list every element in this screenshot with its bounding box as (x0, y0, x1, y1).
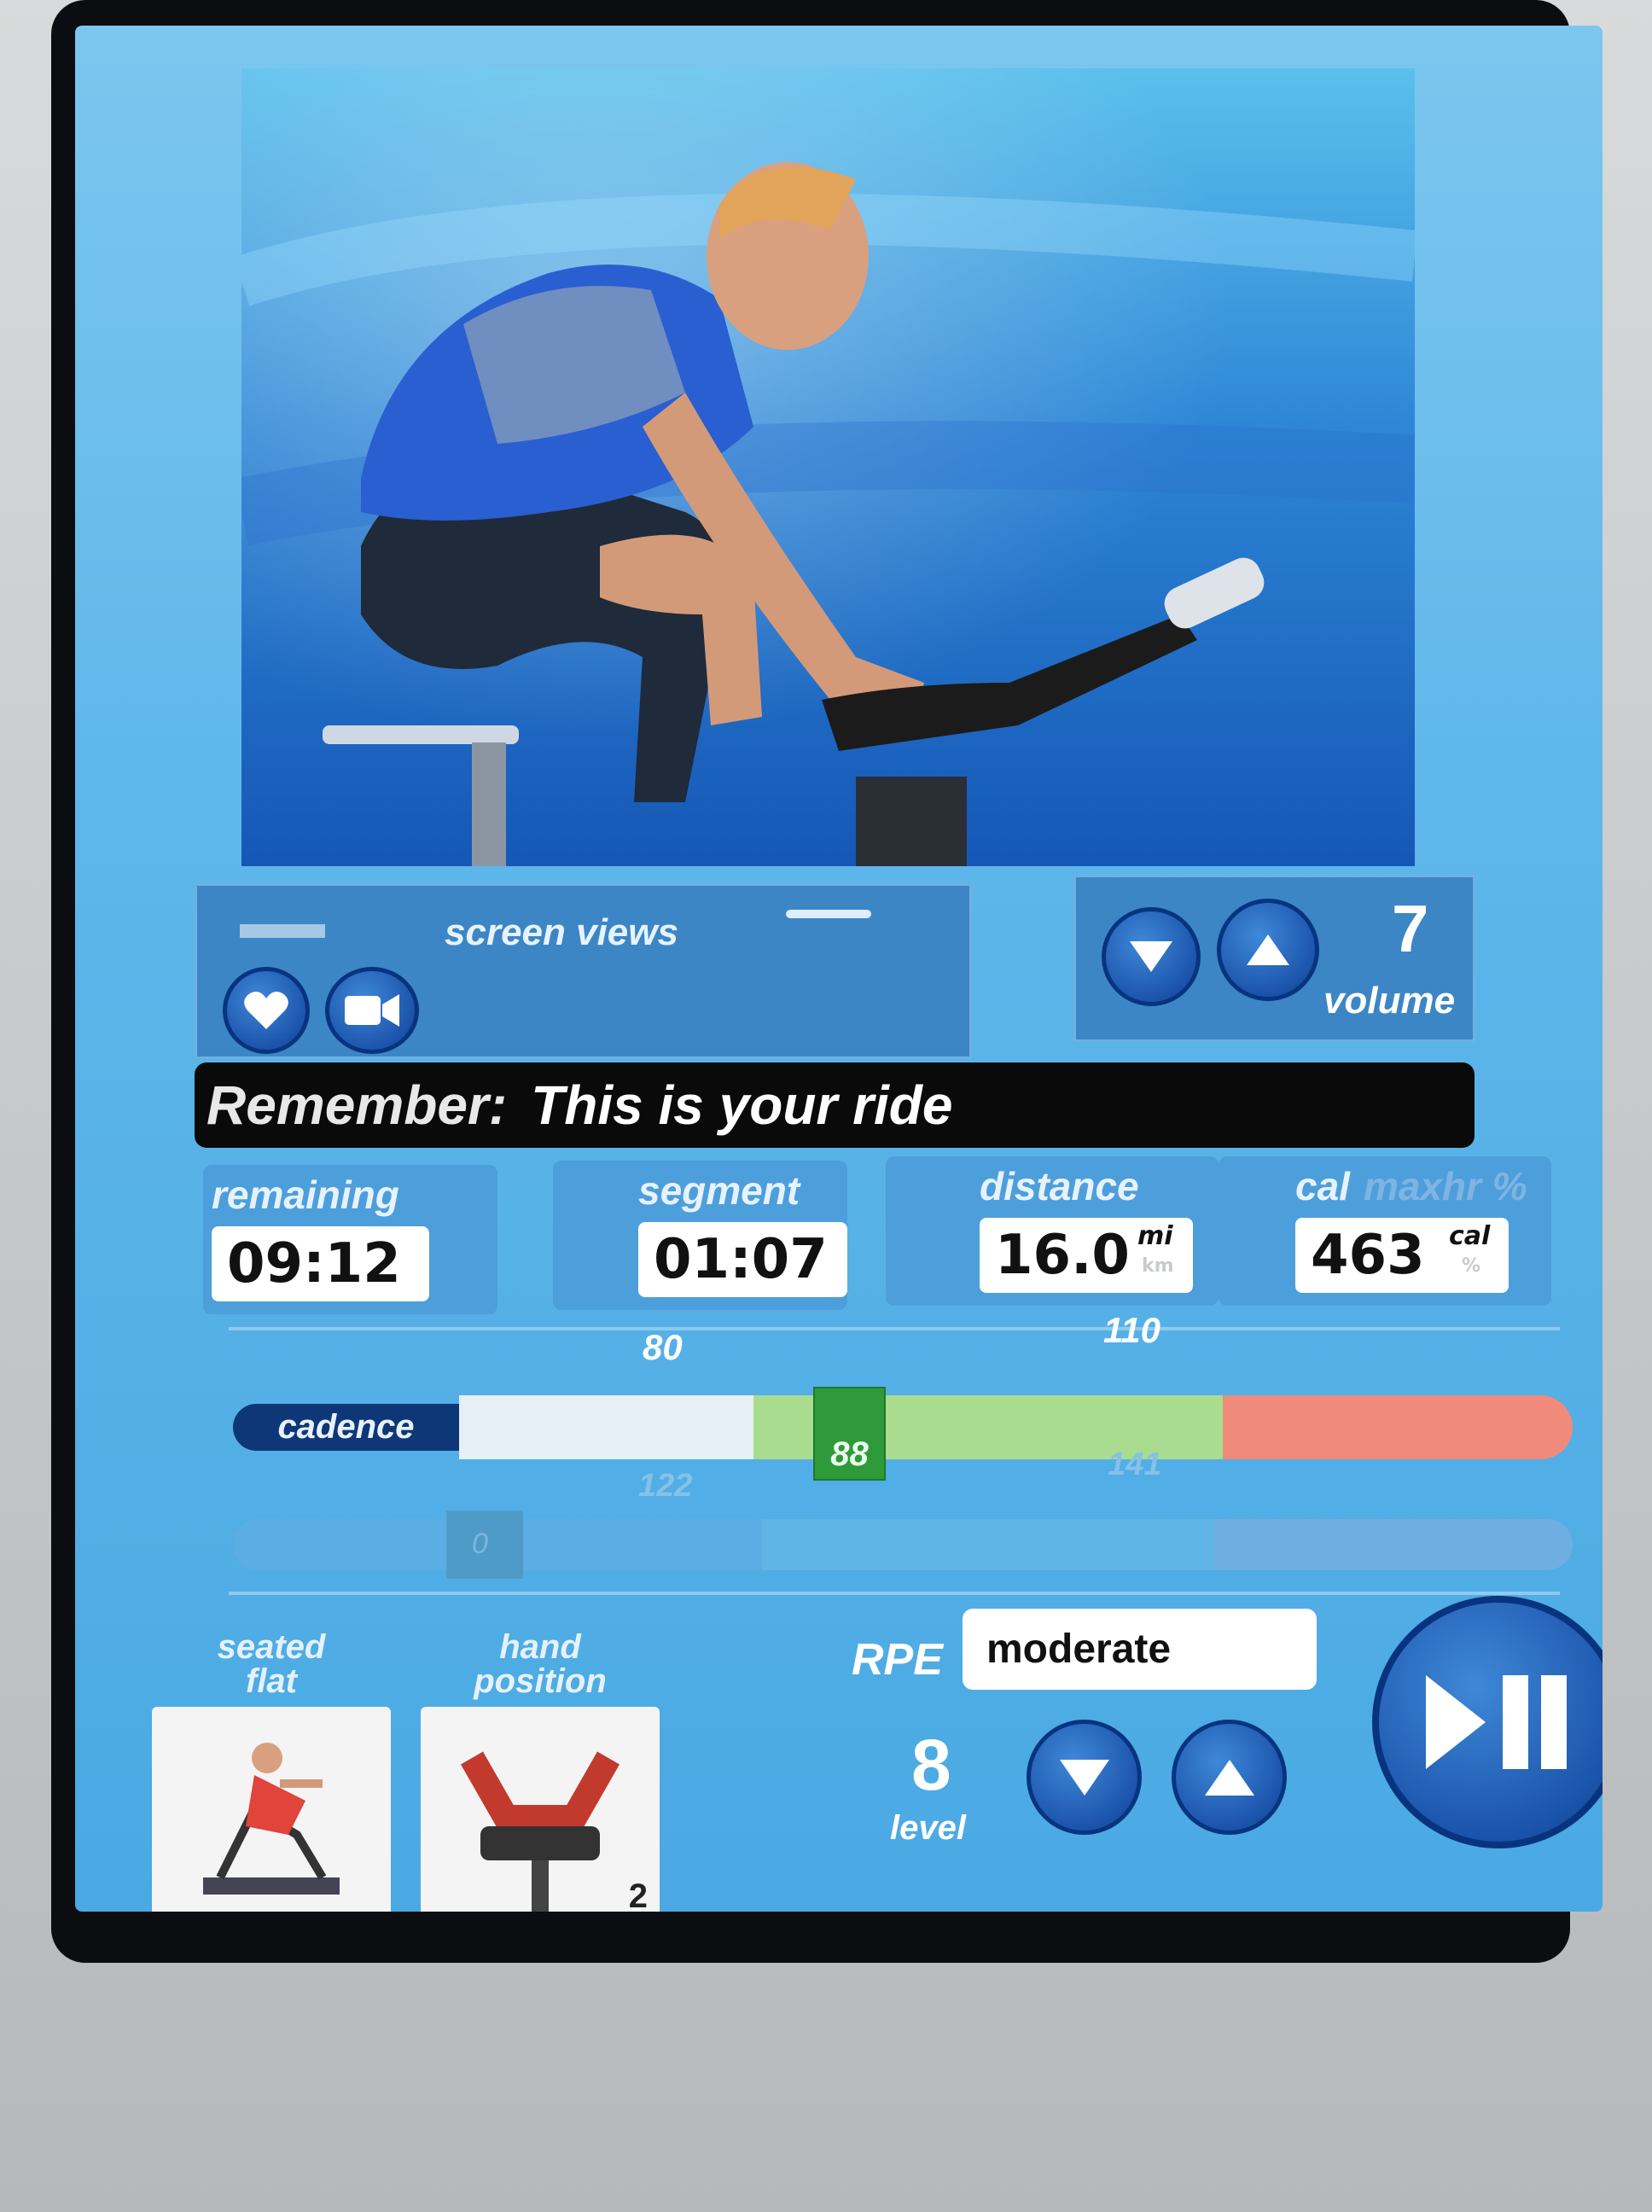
triangle-down-icon (1130, 941, 1172, 972)
hr-marker: 0 (446, 1511, 523, 1579)
segment-stat: segment 01:07 (553, 1161, 847, 1310)
hr-zone-target (762, 1519, 1214, 1570)
divider (229, 1592, 1560, 1595)
calories-stat: cal maxhr % 463 cal % (1219, 1156, 1551, 1306)
riding-position-title: seated flat (152, 1630, 391, 1698)
distance-label: distance (980, 1164, 1139, 1208)
calories-value: 463 (1311, 1224, 1425, 1287)
remaining-stat: remaining 09:12 (203, 1165, 497, 1314)
maxhr-label: maxhr % (1363, 1164, 1527, 1208)
distance-stat: distance 16.0 mi km (886, 1156, 1219, 1306)
heart-rate-bar: 0 (233, 1511, 1573, 1579)
camera-button[interactable] (325, 967, 419, 1054)
screen-views-label: screen views (445, 911, 678, 953)
hand-position-line1: hand (499, 1628, 581, 1666)
hr-zone-low: 122 (638, 1468, 693, 1504)
hand-position-number: 2 (628, 1877, 648, 1912)
segment-value: 01:07 (638, 1222, 847, 1297)
segment-label: segment (638, 1168, 800, 1213)
riding-position-line2: flat (246, 1662, 297, 1700)
calories-unit: cal (1449, 1221, 1491, 1251)
calories-label-group: cal maxhr % (1295, 1163, 1527, 1209)
screen-views-panel: screen views (195, 883, 972, 1059)
level-label: level (890, 1809, 966, 1847)
play-pause-button[interactable] (1372, 1596, 1603, 1848)
distance-unit-alt: km (1142, 1255, 1174, 1277)
calories-label: cal (1295, 1164, 1350, 1208)
hr-zone-high: 141 (1108, 1447, 1162, 1482)
cadence-bar: cadence 88 (233, 1387, 1573, 1481)
volume-down-button[interactable] (1102, 907, 1201, 1006)
indicator-dash (240, 924, 325, 938)
hand-position-image: 2 (421, 1707, 660, 1912)
rpe-value: moderate (963, 1609, 1317, 1690)
seated-rider-image (152, 1707, 391, 1912)
cadence-zone-above (1223, 1395, 1573, 1459)
indicator-dash (786, 910, 871, 918)
seated-rider-icon (203, 1743, 340, 1895)
level-down-button[interactable] (1027, 1720, 1142, 1835)
heart-icon (244, 992, 288, 1029)
cadence-zone-high: 110 (1103, 1310, 1160, 1350)
heart-button[interactable] (223, 967, 310, 1054)
riding-position-card[interactable]: seated flat (152, 1630, 391, 1912)
triangle-up-icon (1204, 1759, 1254, 1796)
hand-position-icon (460, 1751, 620, 1912)
hand-position-title: hand position (421, 1630, 660, 1698)
distance-value: 16.0 (995, 1224, 1130, 1287)
volume-up-button[interactable] (1217, 899, 1319, 1001)
volume-label: volume (1323, 980, 1456, 1022)
hand-position-line2: position (474, 1662, 607, 1700)
workout-screen: screen views 7 volume Remember: This is … (75, 26, 1603, 1912)
divider (229, 1327, 1560, 1330)
triangle-down-icon (1059, 1759, 1109, 1796)
distance-box: 16.0 mi km (980, 1218, 1193, 1293)
video-camera-icon (345, 994, 399, 1027)
rpe-label: RPE (852, 1635, 943, 1685)
level-up-button[interactable] (1172, 1720, 1287, 1835)
triangle-up-icon (1247, 934, 1289, 965)
cadence-label: cadence (233, 1404, 459, 1451)
hr-marker-value: 0 (472, 1528, 488, 1560)
cadence-zone-low: 80 (643, 1327, 683, 1367)
hr-zone-above (1214, 1519, 1573, 1570)
hand-position-card[interactable]: hand position 2 (421, 1630, 660, 1912)
calories-unit-alt: % (1462, 1255, 1481, 1277)
message-prefix: Remember: (206, 1074, 508, 1136)
level-value: 8 (911, 1725, 951, 1805)
play-pause-icon (1426, 1675, 1567, 1769)
remaining-value: 09:12 (212, 1226, 429, 1301)
volume-panel: 7 volume (1073, 875, 1475, 1042)
message-text: This is your ride (531, 1074, 953, 1136)
rider-video[interactable] (241, 68, 1415, 866)
distance-unit: mi (1137, 1221, 1173, 1251)
calories-box: 463 cal % (1295, 1218, 1509, 1293)
message-bar: Remember: This is your ride (195, 1062, 1475, 1148)
remaining-label: remaining (212, 1173, 399, 1217)
rider-video-image (241, 162, 1415, 866)
volume-value: 7 (1392, 891, 1429, 966)
riding-position-line1: seated (217, 1628, 326, 1666)
cadence-zone-below (459, 1395, 753, 1459)
cadence-marker: 88 (813, 1387, 886, 1481)
